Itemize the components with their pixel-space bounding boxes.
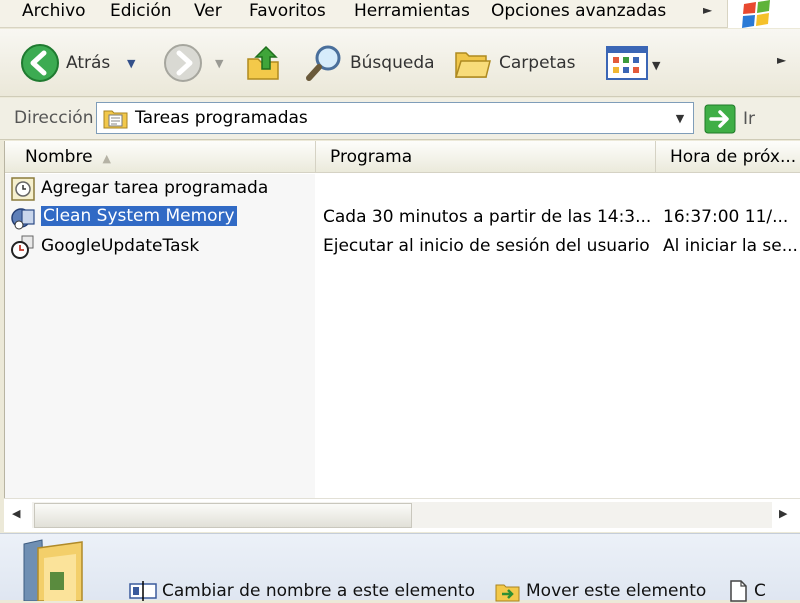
clock-task-icon	[11, 235, 34, 259]
forward-arrow-icon	[164, 44, 202, 82]
menu-bar: Archivo Edición Ver Favoritos Herramient…	[0, 0, 800, 28]
folders-icon	[454, 52, 491, 78]
row-next-run: Al iniciar la se...	[663, 236, 798, 256]
toolbar-overflow-chevron-icon[interactable]: ►	[777, 53, 786, 67]
row-name: Agregar tarea programada	[41, 178, 269, 198]
row-name: Clean System Memory	[41, 206, 237, 226]
folder-preview-icon	[23, 539, 83, 601]
views-dropdown-icon[interactable]: ▼	[652, 59, 660, 72]
menu-favoritos[interactable]: Favoritos	[247, 0, 328, 24]
windows-logo-icon	[727, 0, 800, 28]
scheduled-task-icon	[11, 208, 35, 230]
column-header-program-label: Programa	[330, 147, 413, 167]
back-arrow-icon	[21, 44, 59, 82]
scroll-left-icon[interactable]: ◀	[12, 507, 20, 520]
copy-task-label: C	[754, 581, 766, 601]
scroll-right-icon[interactable]: ▶	[779, 507, 787, 520]
menu-herramientas[interactable]: Herramientas	[352, 0, 472, 24]
task-list-view: Nombre ▲ Programa Hora de próx... Agregar…	[4, 141, 800, 498]
sort-ascending-icon: ▲	[102, 152, 112, 165]
menu-archivo[interactable]: Archivo	[20, 0, 88, 24]
selected-row-name: Clean System Memory	[41, 206, 237, 226]
go-button[interactable]: Ir	[704, 104, 755, 134]
back-button[interactable]: Atrás	[20, 29, 110, 97]
search-button[interactable]: Búsqueda	[304, 29, 435, 97]
back-label: Atrás	[66, 53, 111, 73]
move-folder-icon	[495, 584, 520, 602]
address-value: Tareas programadas	[135, 108, 308, 128]
rename-task-label: Cambiar de nombre a este elemento	[162, 581, 475, 601]
table-row[interactable]: Clean System Memory Cada 30 minutos a pa…	[5, 203, 800, 232]
folders-button[interactable]: Carpetas	[453, 29, 575, 97]
forward-dropdown-icon[interactable]: ▼	[215, 57, 223, 70]
search-icon	[306, 45, 341, 81]
add-task-icon	[11, 177, 35, 201]
scroll-thumb[interactable]	[34, 503, 412, 528]
address-dropdown-icon[interactable]: ▼	[667, 103, 693, 133]
copy-page-icon	[730, 580, 747, 602]
column-header-program[interactable]: Programa	[315, 141, 655, 173]
row-name: GoogleUpdateTask	[41, 236, 200, 256]
horizontal-scrollbar[interactable]: ◀ ▶	[4, 498, 800, 532]
up-folder-icon	[247, 45, 279, 80]
folders-label: Carpetas	[499, 53, 576, 73]
rename-item-task[interactable]: Cambiar de nombre a este elemento	[128, 579, 475, 603]
row-next-run: 16:37:00 11/...	[663, 207, 789, 227]
views-grid-icon	[606, 46, 648, 80]
menu-overflow-chevron-icon[interactable]: ►	[703, 3, 712, 17]
address-label: Dirección	[14, 108, 94, 128]
forward-button[interactable]	[163, 29, 203, 97]
go-label: Ir	[743, 109, 756, 129]
table-row[interactable]: GoogleUpdateTask Ejecutar al inicio de s…	[5, 232, 800, 261]
menu-edicion[interactable]: Edición	[108, 0, 174, 24]
views-button[interactable]	[606, 29, 648, 97]
toolbar: Atrás ▼ ▼ Búsqueda Carpetas ▼ ►	[0, 29, 800, 97]
table-row[interactable]: Agregar tarea programada	[5, 174, 800, 203]
back-dropdown-icon[interactable]: ▼	[127, 57, 135, 70]
rename-icon	[129, 581, 157, 601]
move-task-label: Mover este elemento	[526, 581, 707, 601]
copy-item-task[interactable]: C	[726, 579, 766, 603]
search-label: Búsqueda	[350, 53, 435, 73]
task-pane: Cambiar de nombre a este elemento Mover …	[0, 533, 800, 603]
row-program: Ejecutar al inicio de sesión del usuario	[323, 236, 650, 256]
column-header-name[interactable]: Nombre ▲	[5, 141, 315, 173]
column-header-name-label: Nombre	[25, 147, 93, 167]
column-header-next-run-label: Hora de próx...	[670, 147, 797, 167]
go-arrow-icon	[704, 104, 736, 134]
address-bar: Dirección Tareas programadas ▼ Ir	[0, 98, 800, 140]
row-program: Cada 30 minutos a partir de las 14:3...	[323, 207, 652, 227]
move-item-task[interactable]: Mover este elemento	[494, 579, 706, 603]
address-field[interactable]: Tareas programadas ▼	[96, 102, 694, 134]
menu-opciones-avanzadas[interactable]: Opciones avanzadas	[489, 0, 668, 24]
scheduled-tasks-folder-icon	[103, 110, 128, 129]
menu-ver[interactable]: Ver	[192, 0, 224, 24]
up-folder-button[interactable]	[244, 29, 284, 97]
column-header-next-run[interactable]: Hora de próx...	[655, 141, 800, 173]
